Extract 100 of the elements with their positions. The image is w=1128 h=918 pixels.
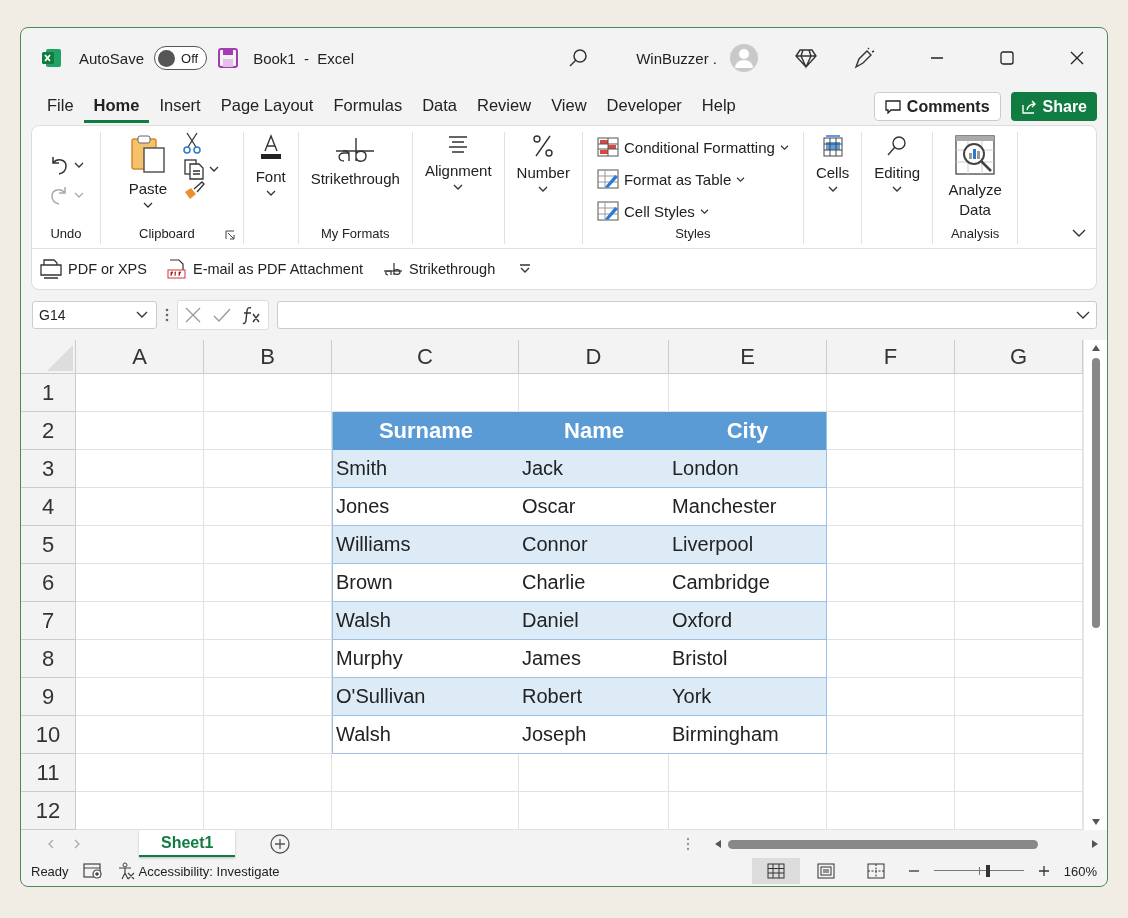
styles-menu-button[interactable]: Conditional Formatting [596, 133, 789, 161]
column-header[interactable]: B [204, 340, 332, 374]
caret-icon[interactable] [74, 161, 84, 169]
row-header[interactable]: 3 [21, 450, 76, 488]
menu-tab[interactable]: Formulas [323, 90, 413, 123]
menu-tab[interactable]: File [37, 90, 84, 123]
chevron-down-icon[interactable] [1072, 228, 1086, 238]
paste-button[interactable]: Paste [124, 132, 171, 211]
menu-tab[interactable]: Data [412, 90, 467, 123]
quick-access-button[interactable]: PDF or XPS [40, 259, 147, 279]
grid-cell[interactable] [827, 374, 955, 412]
pen-icon[interactable] [853, 47, 875, 69]
select-all-corner[interactable] [21, 340, 76, 374]
accessibility-button[interactable]: Accessibility: Investigate [116, 862, 280, 880]
grid-cell[interactable] [827, 564, 955, 602]
more-icon[interactable] [165, 308, 169, 322]
styles-menu-button[interactable]: Format as Table [596, 165, 746, 193]
diamond-icon[interactable] [795, 47, 817, 69]
row-header[interactable]: 4 [21, 488, 76, 526]
grid-cell[interactable] [76, 526, 204, 564]
number-button[interactable]: Number [512, 132, 574, 195]
grid-cell[interactable] [204, 374, 332, 412]
grid-cell[interactable] [76, 602, 204, 640]
avatar-icon[interactable] [729, 43, 759, 73]
expand-icon[interactable] [1076, 311, 1090, 319]
row-header[interactable]: 10 [21, 716, 76, 754]
share-button[interactable]: Share [1010, 92, 1097, 121]
save-icon[interactable] [217, 47, 240, 69]
row-header[interactable]: 7 [21, 602, 76, 640]
menu-tab[interactable]: Help [691, 90, 746, 123]
grid-cell[interactable] [76, 678, 204, 716]
grid-cell[interactable] [332, 754, 519, 792]
zoom-in-icon[interactable] [1037, 865, 1050, 877]
column-header[interactable]: C [332, 340, 519, 374]
column-header[interactable]: F [827, 340, 955, 374]
paintbrush-icon[interactable] [183, 180, 205, 200]
menu-tab[interactable]: Review [467, 90, 542, 123]
grid-cell[interactable] [204, 754, 332, 792]
grid-cell[interactable] [827, 488, 955, 526]
grid-cell[interactable] [827, 716, 955, 754]
column-header[interactable]: E [669, 340, 827, 374]
column-header[interactable]: A [76, 340, 204, 374]
cells-button[interactable]: Cells [811, 132, 854, 195]
scroll-down-icon[interactable] [1090, 818, 1101, 826]
scissors-icon[interactable] [183, 132, 201, 154]
insert-function-icon[interactable] [242, 305, 262, 325]
scroll-left-icon[interactable] [714, 839, 722, 849]
caret-icon[interactable] [209, 165, 219, 173]
strikethrough-button[interactable]: Strikethrough [306, 132, 404, 189]
caret-icon[interactable] [136, 311, 148, 319]
dialog-launcher-icon[interactable] [224, 230, 235, 240]
menu-tab[interactable]: View [541, 90, 597, 123]
name-box[interactable]: G14 [32, 301, 157, 329]
font-button[interactable]: Font [251, 132, 290, 199]
grid-cell[interactable] [76, 640, 204, 678]
row-header[interactable]: 2 [21, 412, 76, 450]
styles-menu-button[interactable]: Cell Styles [596, 197, 709, 225]
splitter-icon[interactable] [686, 837, 690, 851]
normal-view-button[interactable] [751, 858, 800, 884]
scroll-up-icon[interactable] [1090, 344, 1101, 352]
column-header[interactable]: G [955, 340, 1083, 374]
grid-cell[interactable] [827, 526, 955, 564]
grid-cell[interactable] [519, 754, 669, 792]
autosave-toggle[interactable]: Off [154, 46, 208, 70]
quick-access-button[interactable]: E-mail as PDF Attachment [166, 259, 363, 279]
zoom-level[interactable]: 160% [1063, 863, 1097, 879]
add-sheet-icon[interactable] [269, 833, 292, 855]
column-header[interactable]: D [519, 340, 669, 374]
comments-button[interactable]: Comments [873, 92, 1001, 121]
quick-access-button[interactable]: Strikethrough [383, 261, 496, 277]
grid-cell[interactable] [76, 564, 204, 602]
menu-tab[interactable]: Insert [149, 90, 211, 123]
row-header[interactable]: 8 [21, 640, 76, 678]
scroll-right-icon[interactable] [1091, 839, 1099, 849]
grid-cell[interactable] [827, 412, 955, 450]
close-icon[interactable] [1069, 50, 1085, 66]
grid-cell[interactable] [76, 716, 204, 754]
grid-cell[interactable] [669, 754, 827, 792]
grid-cell[interactable] [76, 374, 204, 412]
grid-cell[interactable] [827, 602, 955, 640]
sheet-tab[interactable]: Sheet1 [139, 830, 236, 857]
customize-menu-icon[interactable] [519, 264, 532, 274]
row-header[interactable]: 6 [21, 564, 76, 602]
grid-cell[interactable] [76, 450, 204, 488]
row-header[interactable]: 11 [21, 754, 76, 792]
grid-cell[interactable] [827, 754, 955, 792]
row-header[interactable]: 5 [21, 526, 76, 564]
grid-cell[interactable] [76, 488, 204, 526]
zoom-slider[interactable] [933, 865, 1024, 877]
vertical-scrollbar-thumb[interactable] [1091, 358, 1100, 628]
account-name[interactable]: WinBuzzer . [636, 49, 717, 67]
grid-cell[interactable] [827, 678, 955, 716]
formula-input[interactable] [277, 301, 1097, 329]
editing-button[interactable]: Editing [870, 132, 925, 195]
grid-cell[interactable] [76, 754, 204, 792]
grid-cell[interactable] [827, 450, 955, 488]
search-icon[interactable] [568, 48, 589, 68]
grid-cell[interactable] [827, 640, 955, 678]
horizontal-scrollbar-thumb[interactable] [728, 839, 1038, 849]
maximize-icon[interactable] [999, 50, 1015, 66]
